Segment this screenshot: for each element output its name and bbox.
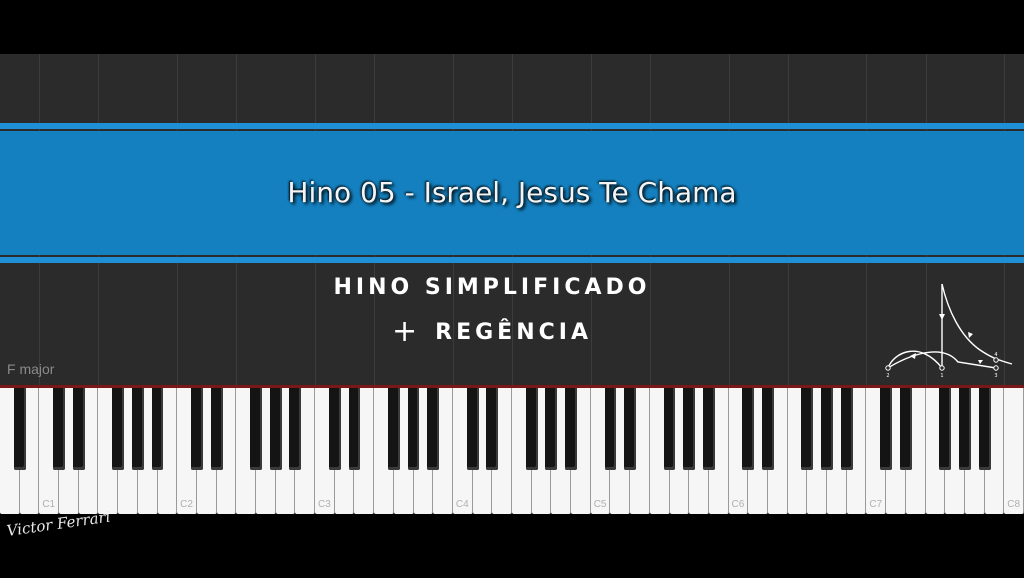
black-key <box>939 388 952 470</box>
black-key <box>545 388 558 470</box>
black-key <box>821 388 833 470</box>
black-key <box>250 388 262 470</box>
octave-label: C2 <box>180 499 193 510</box>
plus-sign: + <box>392 314 422 349</box>
black-key <box>269 388 282 470</box>
black-key <box>13 388 26 470</box>
black-key <box>486 388 499 470</box>
black-key <box>328 388 341 470</box>
black-key <box>703 388 715 470</box>
hymn-title: Hino 05 - Israel, Jesus Te Chama <box>287 176 737 209</box>
black-key <box>880 388 893 470</box>
black-key <box>131 388 144 470</box>
black-key <box>72 388 85 470</box>
black-key <box>191 388 203 470</box>
black-key <box>53 388 65 470</box>
banner-top-stripe <box>0 123 1024 129</box>
octave-label: C4 <box>455 499 469 510</box>
top-letterbox <box>0 0 1024 54</box>
black-key <box>151 388 164 470</box>
octave-label: C8 <box>1007 499 1021 510</box>
subtitle-conducting: + REGÊNCIA <box>392 314 592 349</box>
beat-label: 1 <box>940 373 943 379</box>
black-key <box>525 388 538 470</box>
black-key <box>427 388 440 470</box>
octave-label: C5 <box>593 499 607 510</box>
black-key <box>604 388 617 470</box>
subtitle-regencia: REGÊNCIA <box>435 320 592 345</box>
beat-label: 3 <box>994 373 997 379</box>
black-key <box>289 388 302 470</box>
black-key <box>624 388 637 470</box>
black-key <box>899 388 912 470</box>
black-key <box>407 388 420 470</box>
black-key <box>387 388 400 470</box>
piano-keyboard: C1 C2 C3 C4 C5 C6 C7 C8 <box>0 388 1024 514</box>
octave-label: C6 <box>731 499 745 510</box>
octave-label: C3 <box>318 499 331 510</box>
black-key <box>663 388 676 470</box>
black-key <box>978 388 991 470</box>
octave-label: C1 <box>42 499 56 510</box>
black-key <box>112 388 125 470</box>
black-key <box>683 388 696 470</box>
octave-label: C7 <box>869 499 883 510</box>
bottom-letterbox <box>0 514 1024 578</box>
video-frame: Hino 05 - Israel, Jesus Te Chama HINO SI… <box>0 0 1024 578</box>
black-key <box>348 388 361 470</box>
black-key <box>801 388 814 470</box>
key-signature-label: F major <box>7 361 55 377</box>
beat-label: 4 <box>994 352 997 358</box>
black-key <box>742 388 755 470</box>
white-key: C8 <box>1004 388 1024 514</box>
black-key <box>762 388 774 470</box>
black-key <box>466 388 479 470</box>
black-key <box>959 388 971 470</box>
black-key <box>565 388 577 470</box>
black-key <box>210 388 223 470</box>
subtitle-simplified: HINO SIMPLIFICADO <box>333 275 651 300</box>
beat-label: 2 <box>886 373 889 379</box>
black-key <box>840 388 853 470</box>
conducting-pattern-icon: 2 1 3 4 <box>885 283 1013 379</box>
banner-bottom-stripe <box>0 257 1024 263</box>
